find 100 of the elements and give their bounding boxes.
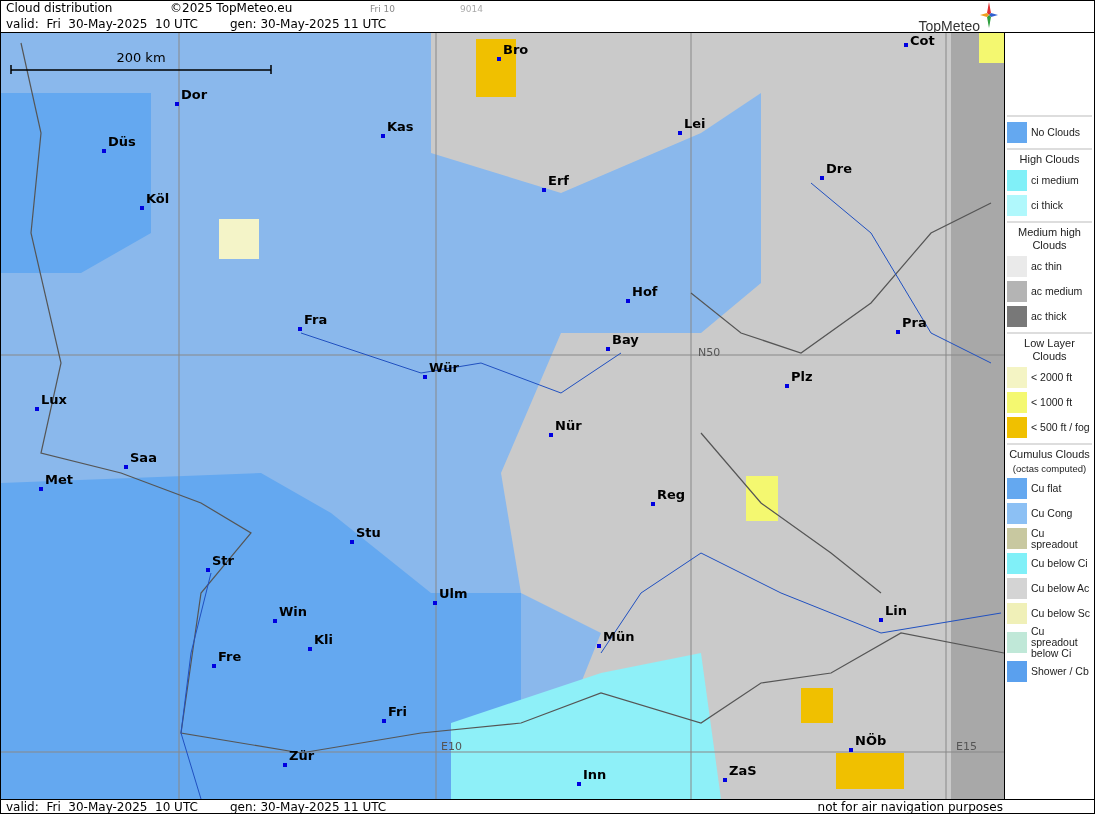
city-label: Fre xyxy=(218,649,242,665)
legend-label: ac medium xyxy=(1031,286,1083,297)
city-label: Erf xyxy=(548,173,569,189)
legend-label: Shower / Cb xyxy=(1031,666,1089,677)
legend-label: < 2000 ft xyxy=(1031,372,1073,383)
scale-label: 200 km xyxy=(116,51,166,65)
map-title: Cloud distribution xyxy=(6,1,114,16)
city-label: Plz xyxy=(791,369,813,385)
city-marker xyxy=(820,176,824,180)
city-marker xyxy=(206,568,210,572)
city-label: Kas xyxy=(387,119,414,135)
compass-star-icon xyxy=(980,2,998,28)
legend-label: Cu below Ci xyxy=(1031,558,1088,569)
city-label: Pra xyxy=(902,315,927,331)
city-marker xyxy=(904,43,908,47)
city-marker xyxy=(879,618,883,622)
city-marker xyxy=(382,719,386,723)
city-label: Met xyxy=(45,472,73,488)
city-marker xyxy=(896,330,900,334)
city-label: Kli xyxy=(314,632,333,648)
city-label: Nür xyxy=(555,418,582,434)
city-label: Lin xyxy=(885,603,907,619)
city-label: Fra xyxy=(304,312,328,328)
city-marker xyxy=(542,188,546,192)
city-marker xyxy=(597,644,601,648)
legend-heading: High Clouds xyxy=(1018,153,1081,166)
city-label: Wür xyxy=(429,360,459,376)
legend-heading: Low Layer Clouds xyxy=(1023,337,1076,363)
city-marker xyxy=(723,778,727,782)
city-label: Zür xyxy=(289,748,315,764)
city-label: ZaS xyxy=(729,763,757,779)
legend-label: Cu spreadout xyxy=(1031,527,1079,550)
copyright-text: ©2025 TopMeteo.eu xyxy=(170,1,294,16)
legend-label: < 1000 ft xyxy=(1031,397,1073,408)
valid-time: valid: Fri 30-May-2025 10 UTC xyxy=(6,17,199,32)
city-label: Win xyxy=(279,604,308,620)
city-label: NÖb xyxy=(855,733,887,749)
city-label: Str xyxy=(212,553,234,569)
run-label: Fri 10 xyxy=(370,3,397,16)
city-marker xyxy=(102,149,106,153)
city-marker xyxy=(212,664,216,668)
disclaimer-text: not for air navigation purposes xyxy=(817,800,1003,813)
city-label: Bay xyxy=(612,332,639,348)
legend-label: No Clouds xyxy=(1031,127,1081,138)
city-marker xyxy=(298,327,302,331)
city-label: Lei xyxy=(684,116,706,132)
city-marker xyxy=(651,502,655,506)
city-marker xyxy=(626,299,630,303)
city-label: Dre xyxy=(826,161,853,177)
city-label: Stu xyxy=(356,525,381,541)
city-marker xyxy=(678,131,682,135)
city-label: Cot xyxy=(910,33,935,49)
legend-label: ac thick xyxy=(1031,311,1067,322)
legend-label: < 500 ft / fog xyxy=(1031,422,1090,433)
city-label: Reg xyxy=(657,487,686,503)
legend-label: Cu spreadout below Ci xyxy=(1031,626,1079,659)
city-marker xyxy=(549,433,553,437)
generated-time: gen: 30-May-2025 11 UTC xyxy=(230,800,387,813)
city-marker xyxy=(35,407,39,411)
city-label: Hof xyxy=(632,284,658,300)
city-label: Düs xyxy=(108,134,136,150)
city-marker xyxy=(381,134,385,138)
city-marker xyxy=(350,540,354,544)
city-marker xyxy=(849,748,853,752)
city-marker xyxy=(39,487,43,491)
city-marker xyxy=(140,206,144,210)
legend-label: ci thick xyxy=(1031,200,1064,211)
legend-label: Cu below Sc xyxy=(1031,608,1090,619)
legend-label: Cu Cong xyxy=(1031,508,1073,519)
city-label: Ulm xyxy=(439,586,468,602)
city-label: Inn xyxy=(583,767,607,783)
city-label: Fri xyxy=(388,704,407,720)
legend-heading: Cumulus Clouds xyxy=(1008,448,1091,461)
city-label: Köl xyxy=(146,191,170,207)
city-label: Saa xyxy=(130,450,157,466)
city-label: Lux xyxy=(41,392,67,408)
city-marker xyxy=(423,375,427,379)
city-label: Dor xyxy=(181,87,208,103)
city-marker xyxy=(577,782,581,786)
city-marker xyxy=(785,384,789,388)
logo-text: TopMeteo xyxy=(918,18,980,34)
grid-label: N50 xyxy=(698,347,721,359)
valid-time: valid: Fri 30-May-2025 10 UTC xyxy=(6,800,199,813)
city-marker xyxy=(606,347,610,351)
city-label: Mün xyxy=(603,629,635,645)
city-marker xyxy=(308,647,312,651)
city-marker xyxy=(124,465,128,469)
city-marker xyxy=(433,601,437,605)
legend-subheading: (octas computed) xyxy=(1011,463,1088,474)
legend-label: ac thin xyxy=(1031,261,1062,272)
grid-label: E15 xyxy=(956,741,977,753)
city-label: Bro xyxy=(503,42,529,58)
legend-label: ci medium xyxy=(1031,175,1079,186)
legend-label: Cu flat xyxy=(1031,483,1062,494)
legend-heading: Medium high Clouds xyxy=(1017,226,1082,252)
grid-label: E10 xyxy=(441,741,462,753)
city-marker xyxy=(283,763,287,767)
city-marker xyxy=(273,619,277,623)
generated-time: gen: 30-May-2025 11 UTC xyxy=(230,17,387,32)
code-label: 9014 xyxy=(460,3,483,16)
